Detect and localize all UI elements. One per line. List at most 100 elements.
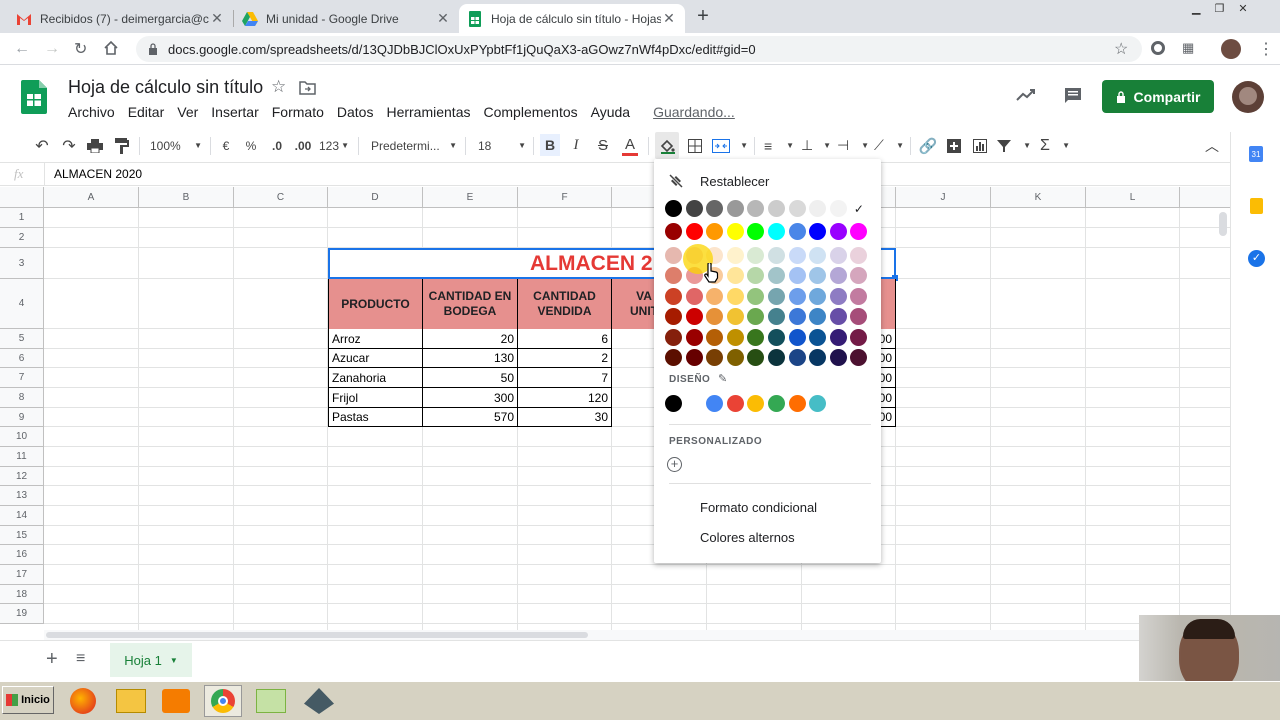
vertical-scrollbar-thumb[interactable] [1219, 212, 1227, 236]
color-swatch[interactable] [829, 247, 847, 264]
row-header[interactable]: 4 [0, 279, 44, 329]
close-icon[interactable]: ✕ [435, 10, 451, 27]
currency-button[interactable]: € [219, 132, 233, 159]
cell-producto[interactable]: Azucar [328, 349, 423, 368]
undo-icon[interactable]: ↶ [33, 132, 51, 159]
color-swatch[interactable] [726, 308, 744, 325]
new-tab-plus-icon[interactable]: + [693, 6, 713, 26]
row-header[interactable]: 10 [0, 427, 44, 447]
color-swatch[interactable] [829, 329, 847, 346]
color-swatch[interactable] [809, 223, 827, 240]
tasks-icon[interactable]: ✓ [1248, 250, 1265, 267]
design-color-swatch[interactable] [809, 395, 827, 412]
star-icon[interactable]: ☆ [1114, 39, 1128, 59]
row-header[interactable]: 18 [0, 585, 44, 604]
font-select[interactable]: Predetermi... ▼ [371, 132, 457, 159]
extension-icon[interactable] [1151, 41, 1165, 55]
color-swatch[interactable] [850, 267, 868, 284]
row-header[interactable]: 14 [0, 506, 44, 526]
more-formats-button[interactable]: 123 ▼ [319, 132, 349, 159]
color-swatch[interactable] [747, 349, 765, 366]
fill-color-icon[interactable] [655, 132, 679, 159]
color-swatch[interactable] [768, 349, 785, 366]
filter-button[interactable]: ▼ [997, 132, 1031, 159]
share-button[interactable]: Compartir [1102, 80, 1214, 113]
forward-icon[interactable]: → [44, 40, 60, 58]
row-header[interactable]: 16 [0, 545, 44, 565]
sheets-logo-icon[interactable] [21, 80, 47, 114]
bold-button[interactable]: B [540, 134, 560, 156]
column-header-j[interactable]: J [896, 187, 991, 208]
link-icon[interactable]: 🔗 [918, 132, 938, 159]
cell-bodega[interactable]: 130 [423, 349, 518, 368]
horizontal-scrollbar-thumb[interactable] [46, 632, 588, 638]
comment-add-icon[interactable] [945, 132, 963, 159]
menu-complementos[interactable]: Complementos [483, 104, 577, 120]
color-swatch[interactable] [809, 349, 827, 366]
cell-vendida[interactable]: 6 [518, 329, 612, 349]
column-header-e[interactable]: E [423, 187, 518, 208]
color-swatch[interactable] [726, 288, 744, 305]
column-header-d[interactable]: D [328, 187, 423, 208]
design-color-swatch[interactable] [726, 395, 744, 412]
color-swatch[interactable] [685, 223, 703, 240]
color-swatch[interactable] [706, 308, 724, 325]
color-swatch[interactable] [685, 308, 703, 325]
color-swatch[interactable] [685, 349, 703, 366]
strikethrough-button[interactable]: S [594, 132, 612, 159]
menu-insertar[interactable]: Insertar [211, 104, 258, 120]
color-swatch[interactable] [768, 329, 785, 346]
color-swatch[interactable] [788, 308, 806, 325]
text-rotation-button[interactable]: ⟋ ▼ [874, 132, 904, 159]
color-swatch[interactable] [726, 247, 744, 264]
row-header[interactable]: 9 [0, 408, 44, 427]
start-button[interactable]: Inicio [2, 686, 54, 714]
cell-bodega[interactable]: 300 [423, 388, 518, 408]
color-swatch[interactable] [726, 200, 744, 217]
cell-producto[interactable]: Arroz [328, 329, 423, 349]
cell-bodega[interactable]: 20 [423, 329, 518, 349]
column-header-k[interactable]: K [991, 187, 1086, 208]
color-swatch[interactable] [768, 223, 785, 240]
color-swatch[interactable] [809, 329, 827, 346]
calendar-icon[interactable]: 31 [1249, 146, 1263, 162]
design-color-swatch[interactable] [706, 395, 724, 412]
row-header[interactable]: 7 [0, 368, 44, 388]
header-valor-unitario[interactable]: VA UNIT [612, 279, 658, 329]
header-cantidad-vendida[interactable]: CANTIDAD VENDIDA [518, 279, 612, 329]
cell-vendida[interactable]: 2 [518, 349, 612, 368]
color-swatch[interactable] [665, 223, 682, 240]
color-swatch[interactable] [685, 329, 703, 346]
color-swatch[interactable] [768, 267, 785, 284]
cell-bodega[interactable]: 50 [423, 368, 518, 388]
cell-vendida[interactable]: 30 [518, 408, 612, 427]
color-swatch[interactable] [665, 288, 682, 305]
color-swatch[interactable] [850, 288, 868, 305]
add-custom-color-icon[interactable]: + [667, 457, 682, 472]
color-swatch[interactable] [788, 329, 806, 346]
url-bar[interactable]: docs.google.com/spreadsheets/d/13QJDbBJC… [136, 36, 1142, 62]
color-swatch[interactable] [665, 308, 682, 325]
align-vertical-button[interactable]: ⊥ ▼ [801, 132, 831, 159]
color-swatch[interactable] [850, 349, 868, 366]
row-header[interactable]: 2 [0, 228, 44, 248]
color-swatch[interactable] [665, 200, 682, 217]
close-icon[interactable]: ✕ [661, 10, 677, 27]
menu-herramientas[interactable]: Herramientas [386, 104, 470, 120]
color-swatch[interactable] [726, 223, 744, 240]
merge-cells-button[interactable]: ▼ [712, 132, 748, 159]
color-swatch[interactable] [788, 267, 806, 284]
color-swatch[interactable] [850, 308, 868, 325]
color-swatch[interactable] [850, 247, 868, 264]
color-swatch[interactable] [665, 247, 682, 264]
row-header[interactable]: 6 [0, 349, 44, 368]
align-horizontal-button[interactable]: ≡ ▼ [764, 132, 794, 159]
color-swatch[interactable] [747, 247, 765, 264]
row-header[interactable]: 19 [0, 604, 44, 624]
media-player-icon[interactable] [162, 689, 190, 713]
color-swatch[interactable] [747, 200, 765, 217]
home-icon[interactable] [103, 40, 119, 56]
menu-archivo[interactable]: Archivo [68, 104, 115, 120]
all-sheets-list-icon[interactable]: ≡ [76, 650, 85, 668]
color-swatch[interactable] [788, 349, 806, 366]
